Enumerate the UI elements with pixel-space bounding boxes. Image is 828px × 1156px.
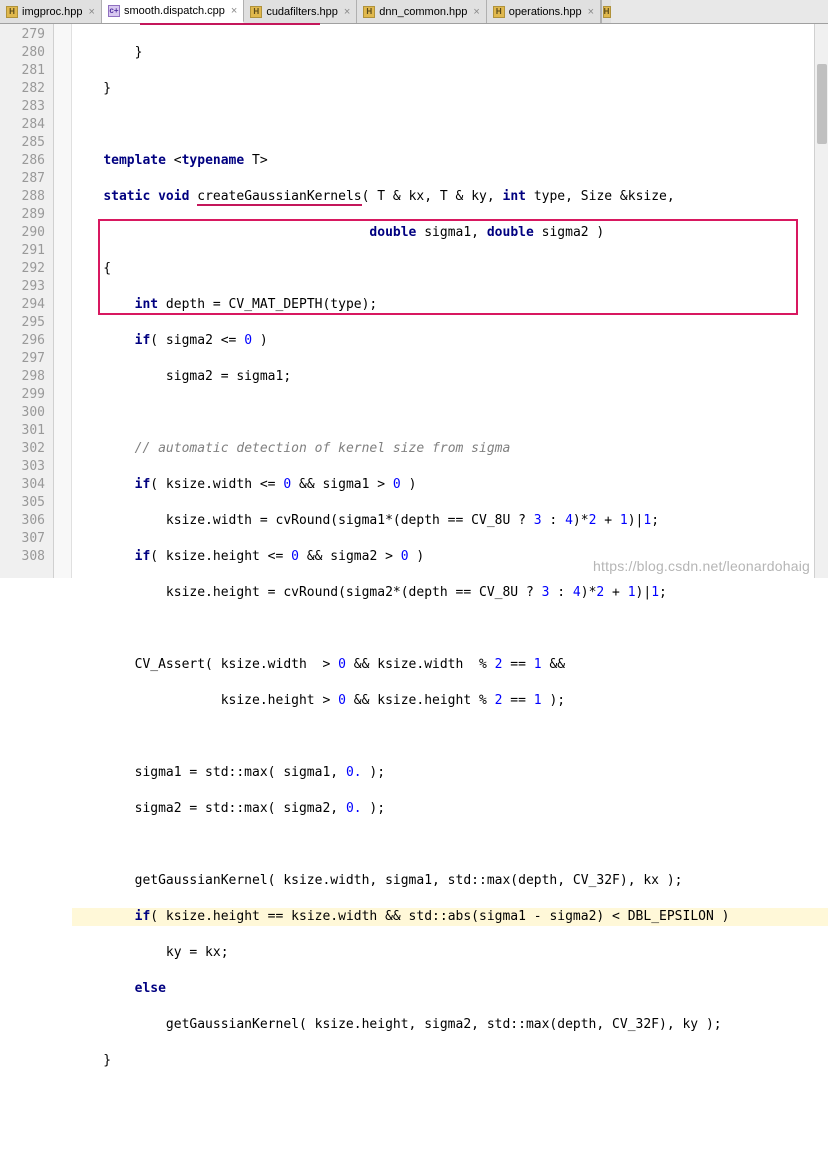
tab-dnn-common[interactable]: Hdnn_common.hpp×	[357, 0, 487, 23]
line-number: 304	[0, 476, 45, 494]
line-number: 282	[0, 80, 45, 98]
line-number: 292	[0, 260, 45, 278]
code-line	[72, 404, 828, 422]
line-number: 307	[0, 530, 45, 548]
line-number: 285	[0, 134, 45, 152]
tab-imgproc[interactable]: Himgproc.hpp×	[0, 0, 102, 23]
code-line-current: if( ksize.height == ksize.width && std::…	[72, 908, 828, 926]
code-line: getGaussianKernel( ksize.height, sigma2,…	[72, 1016, 828, 1034]
tab-operations[interactable]: Hoperations.hpp×	[487, 0, 601, 23]
line-number: 303	[0, 458, 45, 476]
code-line: if( ksize.width <= 0 && sigma1 > 0 )	[72, 476, 828, 494]
code-line: ky = kx;	[72, 944, 828, 962]
header-file-icon: H	[250, 6, 262, 18]
line-number: 298	[0, 368, 45, 386]
code-line: {	[72, 260, 828, 278]
line-number: 284	[0, 116, 45, 134]
line-number: 293	[0, 278, 45, 296]
code-line: }	[72, 1052, 828, 1070]
line-number: 283	[0, 98, 45, 116]
line-number: 291	[0, 242, 45, 260]
code-line: sigma2 = sigma1;	[72, 368, 828, 386]
editor-area: 2792802812822832842852862872882892902912…	[0, 24, 828, 578]
tab-overflow[interactable]: H	[601, 0, 611, 23]
line-number: 279	[0, 26, 45, 44]
code-line: if( sigma2 <= 0 )	[72, 332, 828, 350]
code-content[interactable]: } } template <typename T> static void cr…	[72, 24, 828, 578]
tab-bar: Himgproc.hpp× c+smooth.dispatch.cpp× Hcu…	[0, 0, 828, 24]
code-line	[72, 1088, 828, 1106]
code-line: }	[72, 80, 828, 98]
watermark-text: https://blog.csdn.net/leonardohaig	[593, 558, 810, 574]
line-number: 295	[0, 314, 45, 332]
code-line: ksize.height > 0 && ksize.height % 2 == …	[72, 692, 828, 710]
close-icon[interactable]: ×	[344, 6, 350, 18]
close-icon[interactable]: ×	[588, 6, 594, 18]
line-number: 306	[0, 512, 45, 530]
line-number: 308	[0, 548, 45, 566]
line-number: 300	[0, 404, 45, 422]
code-line: static void createGaussianKernels( T & k…	[72, 188, 828, 206]
code-line: sigma2 = std::max( sigma2, 0. );	[72, 800, 828, 818]
line-number: 290	[0, 224, 45, 242]
line-number: 305	[0, 494, 45, 512]
scrollbar-thumb[interactable]	[817, 64, 827, 144]
line-number: 299	[0, 386, 45, 404]
header-file-icon: H	[363, 6, 375, 18]
code-line: getGaussianKernel( ksize.width, sigma1, …	[72, 872, 828, 890]
line-number: 286	[0, 152, 45, 170]
fold-gutter	[54, 24, 72, 578]
close-icon[interactable]: ×	[473, 6, 479, 18]
code-line	[72, 836, 828, 854]
code-line	[72, 116, 828, 134]
code-line: double sigma1, double sigma2 )	[72, 224, 828, 242]
line-number: 288	[0, 188, 45, 206]
line-number: 287	[0, 170, 45, 188]
tab-smooth-dispatch[interactable]: c+smooth.dispatch.cpp×	[102, 0, 244, 23]
code-line: else	[72, 980, 828, 998]
line-number: 280	[0, 44, 45, 62]
code-line: sigma1 = std::max( sigma1, 0. );	[72, 764, 828, 782]
close-icon[interactable]: ×	[89, 6, 95, 18]
header-file-icon: H	[6, 6, 18, 18]
line-number: 301	[0, 422, 45, 440]
code-line: template <typename T>	[72, 152, 828, 170]
cpp-file-icon: c+	[108, 5, 120, 17]
line-number-gutter: 2792802812822832842852862872882892902912…	[0, 24, 54, 578]
tab-cudafilters[interactable]: Hcudafilters.hpp×	[244, 0, 357, 23]
header-file-icon: H	[493, 6, 505, 18]
code-line	[72, 620, 828, 638]
code-line: ksize.width = cvRound(sigma1*(depth == C…	[72, 512, 828, 530]
vertical-scrollbar[interactable]	[814, 24, 828, 578]
close-icon[interactable]: ×	[231, 5, 237, 17]
line-number: 281	[0, 62, 45, 80]
code-line: // automatic detection of kernel size fr…	[72, 440, 828, 458]
line-number: 289	[0, 206, 45, 224]
header-file-icon: H	[603, 6, 611, 18]
code-line	[72, 728, 828, 746]
line-number: 302	[0, 440, 45, 458]
function-name-highlight: createGaussianKernels	[197, 189, 361, 206]
code-line: int depth = CV_MAT_DEPTH(type);	[72, 296, 828, 314]
code-line: }	[72, 44, 828, 62]
line-number: 296	[0, 332, 45, 350]
code-line: ksize.height = cvRound(sigma2*(depth == …	[72, 584, 828, 602]
code-line: CV_Assert( ksize.width > 0 && ksize.widt…	[72, 656, 828, 674]
line-number: 297	[0, 350, 45, 368]
line-number: 294	[0, 296, 45, 314]
